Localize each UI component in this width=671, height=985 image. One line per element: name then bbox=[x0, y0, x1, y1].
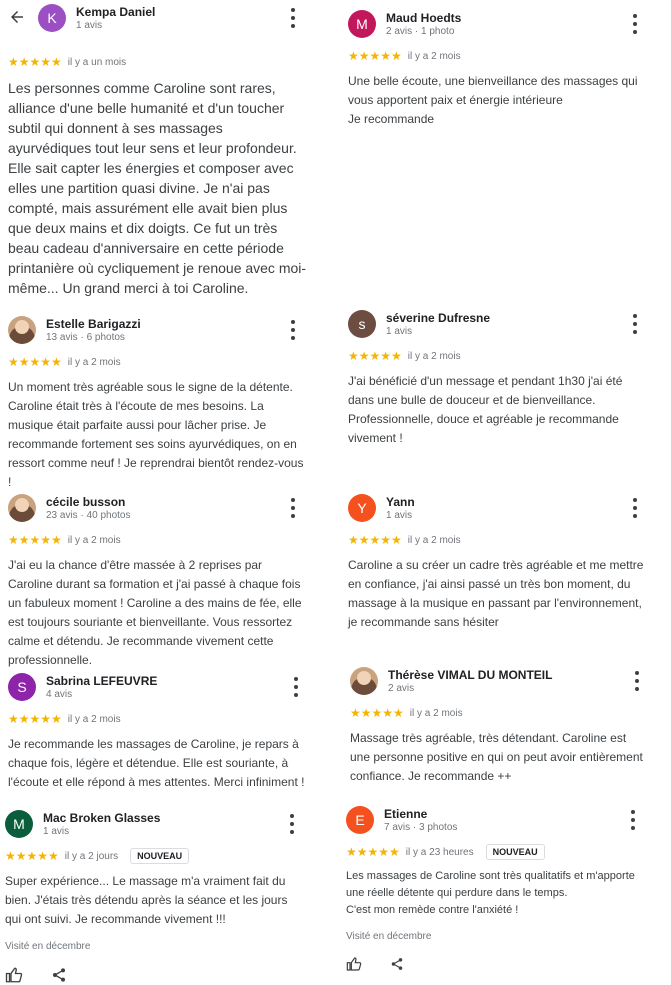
review-date: il y a 2 jours bbox=[64, 850, 119, 862]
avatar: Y bbox=[348, 494, 376, 522]
more-options-icon[interactable] bbox=[289, 814, 295, 834]
review-card: s séverine Dufresne 1 avis ★★★★★ il y a … bbox=[348, 310, 646, 448]
review-date: il y a 2 mois bbox=[409, 707, 463, 719]
review-date: il y a un mois bbox=[67, 56, 127, 68]
avatar: M bbox=[5, 810, 33, 838]
thumbs-up-icon[interactable] bbox=[5, 966, 23, 984]
reviewer-name[interactable]: Sabrina LEFEUVRE bbox=[46, 674, 157, 688]
star-rating: ★★★★★ bbox=[8, 55, 62, 69]
visit-date: Visité en décembre bbox=[346, 931, 432, 942]
reviewer-meta: 1 avis bbox=[386, 326, 413, 337]
review-card: M Mac Broken Glasses 1 avis ★★★★★ il y a… bbox=[5, 810, 305, 984]
star-rating: ★★★★★ bbox=[346, 845, 400, 859]
more-options-icon[interactable] bbox=[293, 677, 299, 697]
star-rating: ★★★★★ bbox=[350, 706, 404, 720]
reviewer-meta: 7 avis · 3 photos bbox=[384, 822, 458, 833]
reviewer-meta: 2 avis · 1 photo bbox=[386, 26, 455, 37]
review-card: M Maud Hoedts 2 avis · 1 photo ★★★★★ il … bbox=[348, 10, 646, 129]
review-card: S Sabrina LEFEUVRE 4 avis ★★★★★ il y a 2… bbox=[8, 673, 306, 792]
review-date: il y a 23 heures bbox=[405, 846, 474, 858]
reviewer-name[interactable]: Yann bbox=[386, 495, 415, 509]
reviewer-name[interactable]: Kempa Daniel bbox=[76, 5, 155, 19]
review-card: E Etienne 7 avis · 3 photos ★★★★★ il y a… bbox=[346, 806, 644, 972]
reviewer-meta: 4 avis bbox=[46, 689, 73, 700]
more-options-icon[interactable] bbox=[634, 671, 640, 691]
avatar: E bbox=[346, 806, 374, 834]
avatar bbox=[350, 667, 378, 695]
visit-date: Visité en décembre bbox=[5, 941, 91, 952]
review-text: J'ai bénéficié d'un message et pendant 1… bbox=[348, 374, 623, 445]
review-body: ★★★★★ il y a un mois Les personnes comme… bbox=[8, 50, 308, 298]
avatar: S bbox=[8, 673, 36, 701]
review-card: Thérèse VIMAL DU MONTEIL 2 avis ★★★★★ il… bbox=[350, 667, 648, 786]
reviewer-name[interactable]: Estelle Barigazzi bbox=[46, 317, 141, 331]
review-text: Un moment très agréable sous le signe de… bbox=[8, 380, 304, 489]
star-rating: ★★★★★ bbox=[5, 849, 59, 863]
star-rating: ★★★★★ bbox=[348, 349, 402, 363]
review-date: il y a 2 mois bbox=[407, 534, 461, 546]
avatar: s bbox=[348, 310, 376, 338]
more-options-icon[interactable] bbox=[290, 320, 296, 340]
star-rating: ★★★★★ bbox=[348, 49, 402, 63]
new-badge: NOUVEAU bbox=[130, 848, 190, 864]
reviewer-meta: 2 avis bbox=[388, 683, 415, 694]
review-card: cécile busson 23 avis · 40 photos ★★★★★ … bbox=[8, 494, 306, 670]
avatar bbox=[8, 316, 36, 344]
review-text: Je recommande les massages de Caroline, … bbox=[8, 737, 305, 789]
reviewer-name[interactable]: Mac Broken Glasses bbox=[43, 811, 160, 825]
review-text: Caroline a su créer un cadre très agréab… bbox=[348, 558, 644, 629]
star-rating: ★★★★★ bbox=[348, 533, 402, 547]
more-options-icon[interactable] bbox=[632, 498, 638, 518]
review-text: Massage très agréable, très détendant. C… bbox=[350, 731, 643, 783]
reviewer-name[interactable]: Thérèse VIMAL DU MONTEIL bbox=[388, 668, 552, 682]
review-text: Les massages de Caroline sont très quali… bbox=[346, 870, 635, 916]
review-date: il y a 2 mois bbox=[407, 350, 461, 362]
reviewer-name[interactable]: séverine Dufresne bbox=[386, 311, 490, 325]
more-options-icon[interactable] bbox=[632, 314, 638, 334]
review-text: J'ai eu la chance d'être massée à 2 repr… bbox=[8, 558, 302, 667]
reviewer-meta: 23 avis · 40 photos bbox=[46, 510, 131, 521]
avatar: M bbox=[348, 10, 376, 38]
review-date: il y a 2 mois bbox=[407, 50, 461, 62]
review-text: Les personnes comme Caroline sont rares,… bbox=[8, 80, 307, 296]
new-badge: NOUVEAU bbox=[485, 844, 545, 860]
review-date: il y a 2 mois bbox=[67, 356, 121, 368]
review-text: Une belle écoute, une bienveillance des … bbox=[348, 74, 638, 126]
reviewer-name[interactable]: Maud Hoedts bbox=[386, 11, 461, 25]
reviewer-meta: 1 avis bbox=[43, 826, 70, 837]
review-date: il y a 2 mois bbox=[67, 534, 121, 546]
avatar: K bbox=[38, 4, 66, 32]
reviewer-meta: 1 avis bbox=[76, 20, 103, 31]
star-rating: ★★★★★ bbox=[8, 712, 62, 726]
avatar bbox=[8, 494, 36, 522]
review-text: Super expérience... Le massage m'a vraim… bbox=[5, 874, 288, 926]
review-card: K Kempa Daniel 1 avis bbox=[38, 4, 308, 38]
more-options-icon[interactable] bbox=[290, 498, 296, 518]
more-options-icon[interactable] bbox=[290, 8, 296, 28]
star-rating: ★★★★★ bbox=[8, 533, 62, 547]
reviewer-meta: 1 avis bbox=[386, 510, 413, 521]
star-rating: ★★★★★ bbox=[8, 355, 62, 369]
more-options-icon[interactable] bbox=[630, 810, 636, 830]
thumbs-up-icon[interactable] bbox=[346, 956, 362, 972]
back-arrow-icon[interactable] bbox=[8, 8, 26, 31]
review-card: Y Yann 1 avis ★★★★★ il y a 2 mois Caroli… bbox=[348, 494, 646, 632]
reviewer-meta: 13 avis · 6 photos bbox=[46, 332, 125, 343]
share-icon[interactable] bbox=[390, 957, 404, 971]
reviewer-name[interactable]: cécile busson bbox=[46, 495, 125, 509]
more-options-icon[interactable] bbox=[632, 14, 638, 34]
share-icon[interactable] bbox=[51, 967, 67, 983]
review-date: il y a 2 mois bbox=[67, 713, 121, 725]
review-card: Estelle Barigazzi 13 avis · 6 photos ★★★… bbox=[8, 316, 306, 492]
reviewer-name[interactable]: Etienne bbox=[384, 807, 427, 821]
